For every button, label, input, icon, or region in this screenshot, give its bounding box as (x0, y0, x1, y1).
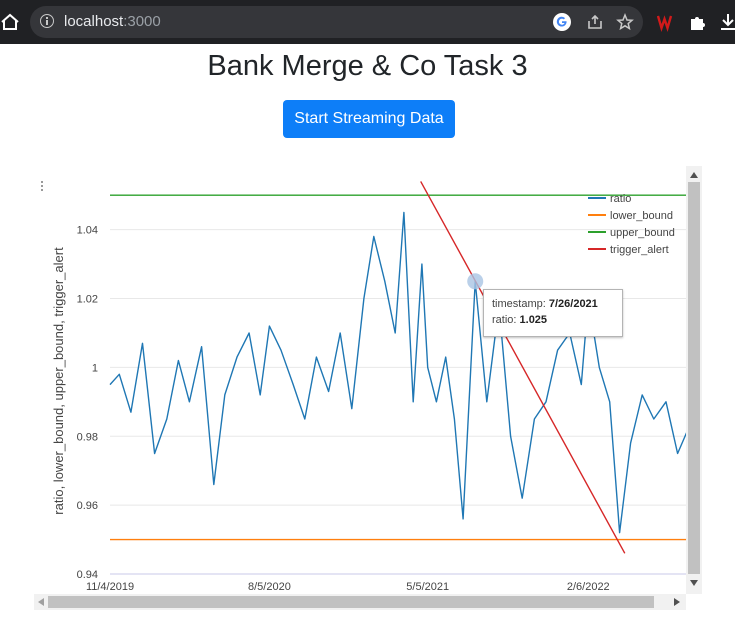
star-icon[interactable] (615, 12, 635, 32)
x-tick-label: 5/5/2021 (406, 581, 449, 593)
axes: 0.94 0.96 0.98 1 1.02 1.04 11/4/2019 8/5/2020 5/… (51, 225, 610, 593)
chart-container: 0.94 0.96 0.98 1 1.02 1.04 11/4/2019 8/5/2020 5/… (30, 160, 710, 615)
start-streaming-button[interactable]: Start Streaming Data (283, 100, 455, 138)
hover-marker (467, 273, 484, 290)
y-tick-label: 1.04 (77, 225, 98, 237)
legend-label-lower_bound: lower_bound (610, 210, 673, 222)
w-extension-icon[interactable] (657, 12, 677, 32)
hover-tooltip: timestamp: 7/26/2021 ratio: 1.025 (483, 289, 623, 337)
page-title: Bank Merge & Co Task 3 (207, 50, 528, 82)
url-text[interactable]: localhost:3000 (64, 13, 161, 30)
x-tick-label: 2/6/2022 (567, 581, 610, 593)
series-line-ratio (109, 211, 689, 534)
y-tick-label: 0.94 (77, 569, 98, 581)
browser-toolbar: localhost:3000 (0, 0, 735, 44)
google-icon[interactable] (552, 12, 572, 32)
x-tick-label: 8/5/2020 (248, 581, 291, 593)
extensions-puzzle-icon[interactable] (688, 12, 708, 32)
legend-label-trigger_alert: trigger_alert (610, 244, 669, 256)
legend-label-ratio: ratio (610, 193, 631, 205)
chart-menu-icon[interactable] (41, 181, 45, 195)
ratio-chart[interactable]: 0.94 0.96 0.98 1 1.02 1.04 11/4/2019 8/5/2020 5/… (30, 160, 710, 615)
info-icon[interactable] (40, 14, 54, 28)
y-tick-label: 0.96 (77, 500, 98, 512)
download-icon[interactable] (718, 12, 735, 32)
horizontal-scrollbar-thumb (48, 596, 654, 608)
x-tick-label: 11/4/2019 (86, 581, 134, 593)
y-axis-title: ratio, lower_bound, upper_bound, trigger… (51, 247, 66, 515)
address-bar[interactable]: localhost:3000 (30, 6, 643, 38)
y-tick-label: 1 (92, 362, 98, 374)
y-tick-label: 0.98 (77, 431, 98, 443)
home-icon[interactable] (0, 10, 22, 34)
share-icon[interactable] (585, 12, 605, 32)
legend: ratio lower_bound upper_bound trigger_alert (588, 193, 675, 256)
legend-label-upper_bound: upper_bound (610, 227, 675, 239)
vertical-scrollbar-thumb (688, 182, 700, 574)
y-tick-label: 1.02 (77, 294, 98, 306)
